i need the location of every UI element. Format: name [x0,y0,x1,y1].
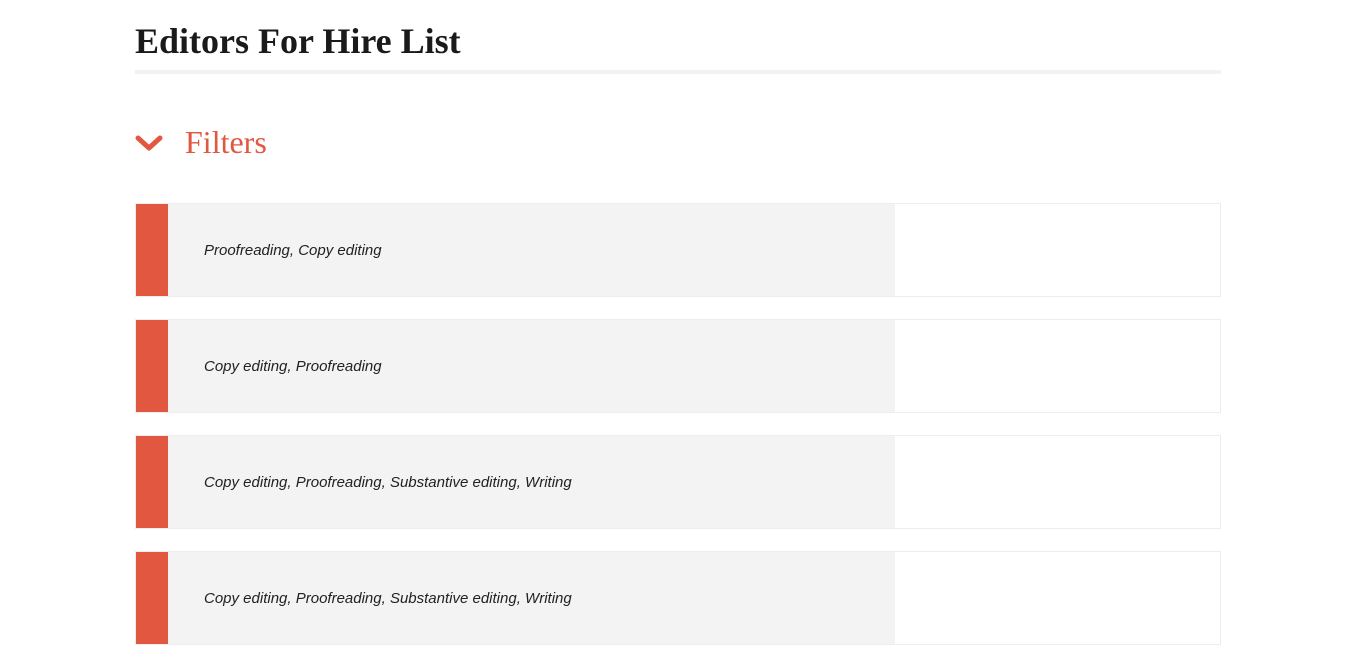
item-body: Copy editing, Proofreading [168,320,895,412]
item-services-text: Copy editing, Proofreading, Substantive … [204,590,572,607]
editors-list: Proofreading, Copy editing Copy editing,… [135,203,1221,645]
chevron-down-icon [135,133,163,153]
item-accent-bar [136,552,168,644]
item-right-panel [895,436,1220,528]
item-right-panel [895,204,1220,296]
item-accent-bar [136,320,168,412]
item-services-text: Proofreading, Copy editing [204,242,382,259]
item-body: Proofreading, Copy editing [168,204,895,296]
item-services-text: Copy editing, Proofreading [204,358,382,375]
item-services-text: Copy editing, Proofreading, Substantive … [204,474,572,491]
page-title: Editors For Hire List [135,20,1221,62]
item-right-panel [895,320,1220,412]
item-accent-bar [136,204,168,296]
filters-toggle[interactable]: Filters [135,124,1221,161]
item-body: Copy editing, Proofreading, Substantive … [168,436,895,528]
list-item[interactable]: Copy editing, Proofreading, Substantive … [135,435,1221,529]
title-divider [135,70,1221,74]
item-body: Copy editing, Proofreading, Substantive … [168,552,895,644]
filters-label: Filters [185,124,267,161]
list-item[interactable]: Copy editing, Proofreading, Substantive … [135,551,1221,645]
item-accent-bar [136,436,168,528]
main-container: Editors For Hire List Filters Proofreadi… [0,0,1356,665]
list-item[interactable]: Proofreading, Copy editing [135,203,1221,297]
list-item[interactable]: Copy editing, Proofreading [135,319,1221,413]
item-right-panel [895,552,1220,644]
